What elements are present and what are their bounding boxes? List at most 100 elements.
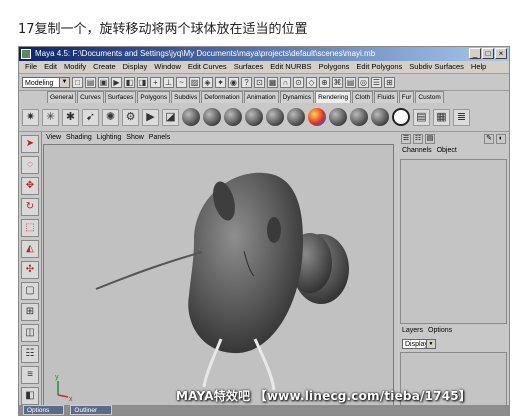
select-hierarchy-icon[interactable]: ▶ (111, 76, 122, 88)
panel-menu-view[interactable]: View (46, 132, 61, 143)
select-tool-icon[interactable]: ➤ (21, 135, 39, 153)
menu-create[interactable]: Create (90, 61, 120, 73)
panel-menu-shading[interactable]: Shading (66, 132, 92, 143)
menu-edit-nurbs[interactable]: Edit NURBS (267, 61, 315, 73)
tab-custom[interactable]: Custom (415, 91, 444, 103)
new-scene-icon[interactable]: □ (72, 76, 83, 88)
snap-view-plane-icon[interactable]: ◇ (306, 76, 317, 88)
ramp-shader-icon[interactable] (308, 108, 326, 126)
ambient-light-icon[interactable]: ✳ (42, 108, 59, 126)
history-icon[interactable]: ⌘ (332, 76, 343, 88)
tab-channels[interactable]: Channels (402, 146, 432, 156)
snap-curve-icon[interactable]: ∩ (280, 76, 291, 88)
manipulator-tool-icon[interactable]: ◭ (21, 240, 39, 258)
menu-polygons[interactable]: Polygons (316, 61, 354, 73)
rendering-mask-icon[interactable]: ◉ (228, 76, 239, 88)
outliner-layout-icon[interactable]: ☷ (21, 345, 39, 363)
tab-curves[interactable]: Curves (77, 91, 104, 103)
menu-window[interactable]: Window (151, 61, 185, 73)
camera-icon[interactable]: ▶ (142, 108, 159, 126)
deformer-mask-icon[interactable]: ◈ (202, 76, 213, 88)
lock-selection-icon[interactable]: ⊡ (254, 76, 265, 88)
head-sphere[interactable] (188, 172, 304, 354)
render-globals-icon[interactable]: ☰ (371, 76, 382, 88)
menu-edit-polygons[interactable]: Edit Polygons (353, 61, 406, 73)
move-tool-icon[interactable]: ✥ (21, 177, 39, 195)
tab-deformation[interactable]: Deformation (201, 91, 243, 103)
dynamics-mask-icon[interactable]: ✦ (215, 76, 226, 88)
directional-light-icon[interactable]: ➹ (82, 108, 99, 126)
menu-edit[interactable]: Edit (41, 61, 61, 73)
spot-light-icon[interactable]: ✱ (62, 108, 79, 126)
tab-rendering[interactable]: Rendering (315, 91, 352, 103)
tab-fur[interactable]: Fur (398, 91, 415, 103)
toggle-icon[interactable]: ◐ (496, 134, 506, 144)
tab-layers[interactable]: Layers (402, 326, 423, 336)
tab-polygons[interactable]: Polygons (137, 91, 171, 103)
menu-surfaces[interactable]: Surfaces (231, 61, 268, 73)
options-minimized-window[interactable]: Options (23, 405, 65, 415)
batch-render-icon[interactable]: ≣ (453, 108, 470, 126)
tab-options[interactable]: Options (428, 326, 452, 336)
tab-general[interactable]: General (47, 91, 77, 103)
menu-display[interactable]: Display (120, 61, 152, 73)
open-scene-icon[interactable]: ▤ (85, 76, 96, 88)
outliner-minimized-window[interactable]: Outliner (70, 405, 113, 415)
panel-menu-lighting[interactable]: Lighting (97, 132, 122, 143)
pin-icon[interactable]: ✎ (484, 134, 494, 144)
lambert-material-icon[interactable] (203, 108, 221, 126)
curve-mask-icon[interactable]: ~ (176, 76, 187, 88)
menu-subdiv-surfaces[interactable]: Subdiv Surfaces (406, 61, 468, 73)
make-live-icon[interactable]: ⊕ (319, 76, 330, 88)
volume-light-icon[interactable]: ⚙ (122, 108, 139, 126)
channel-box[interactable] (400, 159, 507, 324)
surface-shader-icon[interactable] (350, 108, 368, 126)
hypershade-layout-icon[interactable]: ◧ (21, 387, 39, 405)
minimize-button[interactable]: _ (469, 48, 481, 59)
layered-shader-icon[interactable] (287, 108, 305, 126)
channel-box-layout-icon[interactable]: ☰ (401, 134, 411, 144)
phong-material-icon[interactable] (224, 108, 242, 126)
joint-mask-icon[interactable]: ⊥ (163, 76, 174, 88)
use-background-icon[interactable] (371, 108, 389, 126)
single-pane-layout-icon[interactable]: ▢ (21, 282, 39, 300)
select-object-icon[interactable]: ◧ (124, 76, 135, 88)
tab-object[interactable]: Object (437, 146, 457, 156)
snap-grid-icon[interactable]: ▦ (267, 76, 278, 88)
panel-menu-panels[interactable]: Panels (149, 132, 170, 143)
maximize-button[interactable]: □ (482, 48, 494, 59)
menu-file[interactable]: File (22, 61, 41, 73)
scale-tool-icon[interactable]: ⬚ (21, 219, 39, 237)
render-icon[interactable]: ▤ (345, 76, 356, 88)
menu-modify[interactable]: Modify (61, 61, 90, 73)
tab-fluids[interactable]: Fluids (374, 91, 398, 103)
toon-shader-icon[interactable] (392, 108, 410, 126)
snap-point-icon[interactable]: ⊙ (293, 76, 304, 88)
point-light-icon[interactable]: ✷ (22, 108, 39, 126)
blinn-material-icon[interactable] (182, 108, 200, 126)
tab-surfaces[interactable]: Surfaces (104, 91, 137, 103)
tool-settings-icon[interactable]: ▤ (425, 134, 435, 144)
perspective-view[interactable]: y x (43, 144, 394, 412)
mode-selector[interactable]: Modeling ▼ (22, 76, 70, 88)
tab-animation[interactable]: Animation (243, 91, 279, 103)
render-region-icon[interactable]: ▦ (433, 108, 450, 126)
shading-map-icon[interactable] (329, 108, 347, 126)
two-pane-layout-icon[interactable]: ◫ (21, 324, 39, 342)
menu-help[interactable]: Help (468, 61, 490, 73)
tab-dynamics[interactable]: Dynamics (279, 91, 315, 103)
select-component-icon[interactable]: ◨ (137, 76, 148, 88)
attribute-editor-icon[interactable]: ☷ (413, 134, 423, 144)
anisotropic-material-icon[interactable] (266, 108, 284, 126)
handle-mask-icon[interactable]: + (150, 76, 161, 88)
graph-layout-icon[interactable]: ≡ (21, 366, 39, 384)
four-pane-layout-icon[interactable]: ⊞ (21, 303, 39, 321)
tab-cloth[interactable]: Cloth (352, 91, 374, 103)
ipr-render-icon[interactable]: ◎ (358, 76, 369, 88)
surface-mask-icon[interactable]: ▨ (189, 76, 200, 88)
area-light-icon[interactable]: ✺ (102, 108, 119, 126)
last-tool-icon[interactable]: ✣ (21, 261, 39, 279)
display-layer-select[interactable]: Display ▼ (402, 339, 436, 349)
misc-mask-icon[interactable]: ? (241, 76, 252, 88)
tab-subdivs[interactable]: Subdivs (171, 91, 201, 103)
